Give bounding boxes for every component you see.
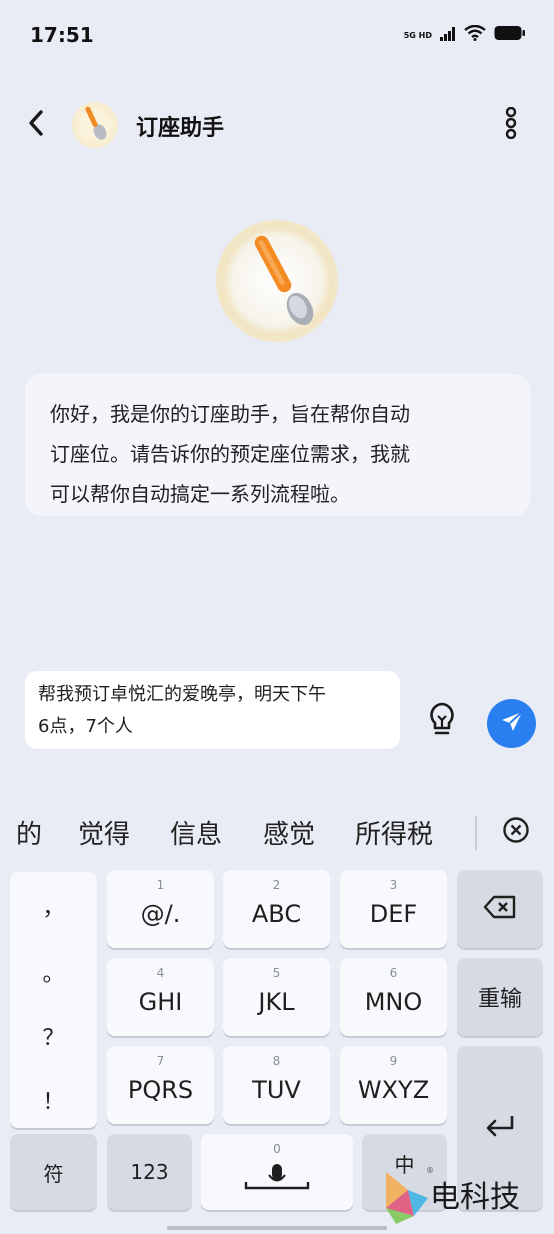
hero-avatar <box>216 220 338 342</box>
key-number: 7 <box>156 1054 165 1068</box>
chat-header: 订座助手 <box>0 90 554 160</box>
punctuation-column: ， 。 ？ ！ <box>10 872 97 1128</box>
input-line: 帮我预订卓悦汇的爱晚亭，明天下午 <box>38 684 326 705</box>
lightbulb-icon <box>427 701 457 743</box>
spoon-icon <box>78 104 112 146</box>
key-label: TUV <box>252 1076 301 1104</box>
key-5[interactable]: 5 JKL <box>223 958 330 1036</box>
home-indicator[interactable] <box>167 1226 387 1230</box>
key-label: ABC <box>251 900 302 928</box>
divider <box>475 816 477 850</box>
key-label: 123 <box>130 1160 169 1184</box>
key-number: 5 <box>272 966 281 980</box>
key-2[interactable]: 2 ABC <box>223 870 330 948</box>
candidate-word[interactable]: 信息 <box>170 814 222 851</box>
message-input[interactable]: 帮我预订卓悦汇的爱晚亭，明天下午 6点，7个人 <box>25 671 400 749</box>
battery-icon <box>494 25 526 45</box>
key-6[interactable]: 6 MNO <box>340 958 447 1036</box>
status-time: 17:51 <box>30 23 94 47</box>
punct-key[interactable]: ， <box>10 890 97 922</box>
microphone-icon <box>243 1162 311 1196</box>
close-circle-icon <box>502 816 530 848</box>
key-number: 6 <box>389 966 398 980</box>
back-button[interactable] <box>20 108 52 142</box>
back-arrow-icon <box>27 110 45 140</box>
key-label: 重输 <box>477 987 522 1012</box>
collapse-candidates-button[interactable] <box>500 816 532 848</box>
key-3[interactable]: 3 DEF <box>340 870 447 948</box>
watermark-text: 电科技 <box>430 1180 520 1215</box>
retype-key[interactable]: 重输 <box>457 958 543 1036</box>
key-label: WXYZ <box>357 1076 430 1104</box>
key-label: @/. <box>140 900 181 928</box>
key-7[interactable]: 7 PQRS <box>107 1046 214 1124</box>
number-key[interactable]: 123 <box>107 1134 192 1210</box>
key-8[interactable]: 8 TUV <box>223 1046 330 1124</box>
key-number: 4 <box>156 966 165 980</box>
send-icon <box>499 709 525 739</box>
symbol-key[interactable]: 符 <box>10 1134 97 1210</box>
key-1[interactable]: 1 @/. <box>107 870 214 948</box>
key-number: 9 <box>389 1054 398 1068</box>
watermark: ® 电科技 <box>378 1166 554 1228</box>
candidate-bar: 的 觉得 信息 感觉 所得税 <box>0 800 554 866</box>
status-bar: 17:51 5G HD <box>0 0 554 70</box>
key-label: PQRS <box>127 1076 194 1104</box>
status-icons: 5G HD <box>403 24 526 45</box>
key-label: MNO <box>364 988 423 1016</box>
backspace-icon <box>483 895 517 923</box>
candidate-word[interactable]: 的 <box>16 814 42 851</box>
key-label: DEF <box>369 900 418 928</box>
send-button[interactable] <box>487 699 536 748</box>
spoon-icon <box>232 229 322 333</box>
greeting-line: 可以帮你自动搞定一系列流程啦。 <box>50 482 350 506</box>
key-number: 2 <box>272 878 281 892</box>
key-4[interactable]: 4 GHI <box>107 958 214 1036</box>
key-number: 3 <box>389 878 398 892</box>
watermark-logo <box>386 1172 428 1224</box>
key-label: GHI <box>138 988 183 1016</box>
key-label: 符 <box>43 1161 64 1186</box>
key-number: 1 <box>156 878 165 892</box>
wifi-icon <box>464 24 486 45</box>
key-9[interactable]: 9 WXYZ <box>340 1046 447 1124</box>
punct-key[interactable]: ？ <box>10 1020 97 1052</box>
space-key[interactable]: 0 <box>201 1134 353 1210</box>
punct-key[interactable]: 。 <box>10 956 97 988</box>
greeting-line: 你好，我是你的订座助手，旨在帮你自动 <box>50 402 410 426</box>
hint-button[interactable] <box>424 700 460 744</box>
key-label: JKL <box>258 988 295 1016</box>
assistant-avatar <box>72 102 118 148</box>
more-button[interactable] <box>496 104 526 146</box>
enter-icon <box>484 1113 516 1143</box>
greeting-message: 你好，我是你的订座助手，旨在帮你自动 订座位。请告诉你的预定座位需求，我就 可以… <box>25 374 530 516</box>
key-number: 8 <box>272 1054 281 1068</box>
punct-key[interactable]: ！ <box>10 1084 97 1116</box>
backspace-key[interactable] <box>457 870 543 948</box>
more-vertical-icon <box>504 106 518 143</box>
input-line: 6点，7个人 <box>38 716 133 737</box>
candidate-word[interactable]: 觉得 <box>78 814 130 851</box>
key-number: 0 <box>273 1142 281 1156</box>
signal-icon <box>440 26 456 45</box>
greeting-line: 订座位。请告诉你的预定座位需求，我就 <box>50 442 410 466</box>
network-badge: 5G HD <box>403 30 432 40</box>
candidate-word[interactable]: 所得税 <box>355 814 433 851</box>
page-title: 订座助手 <box>136 116 225 141</box>
candidate-word[interactable]: 感觉 <box>263 814 315 851</box>
